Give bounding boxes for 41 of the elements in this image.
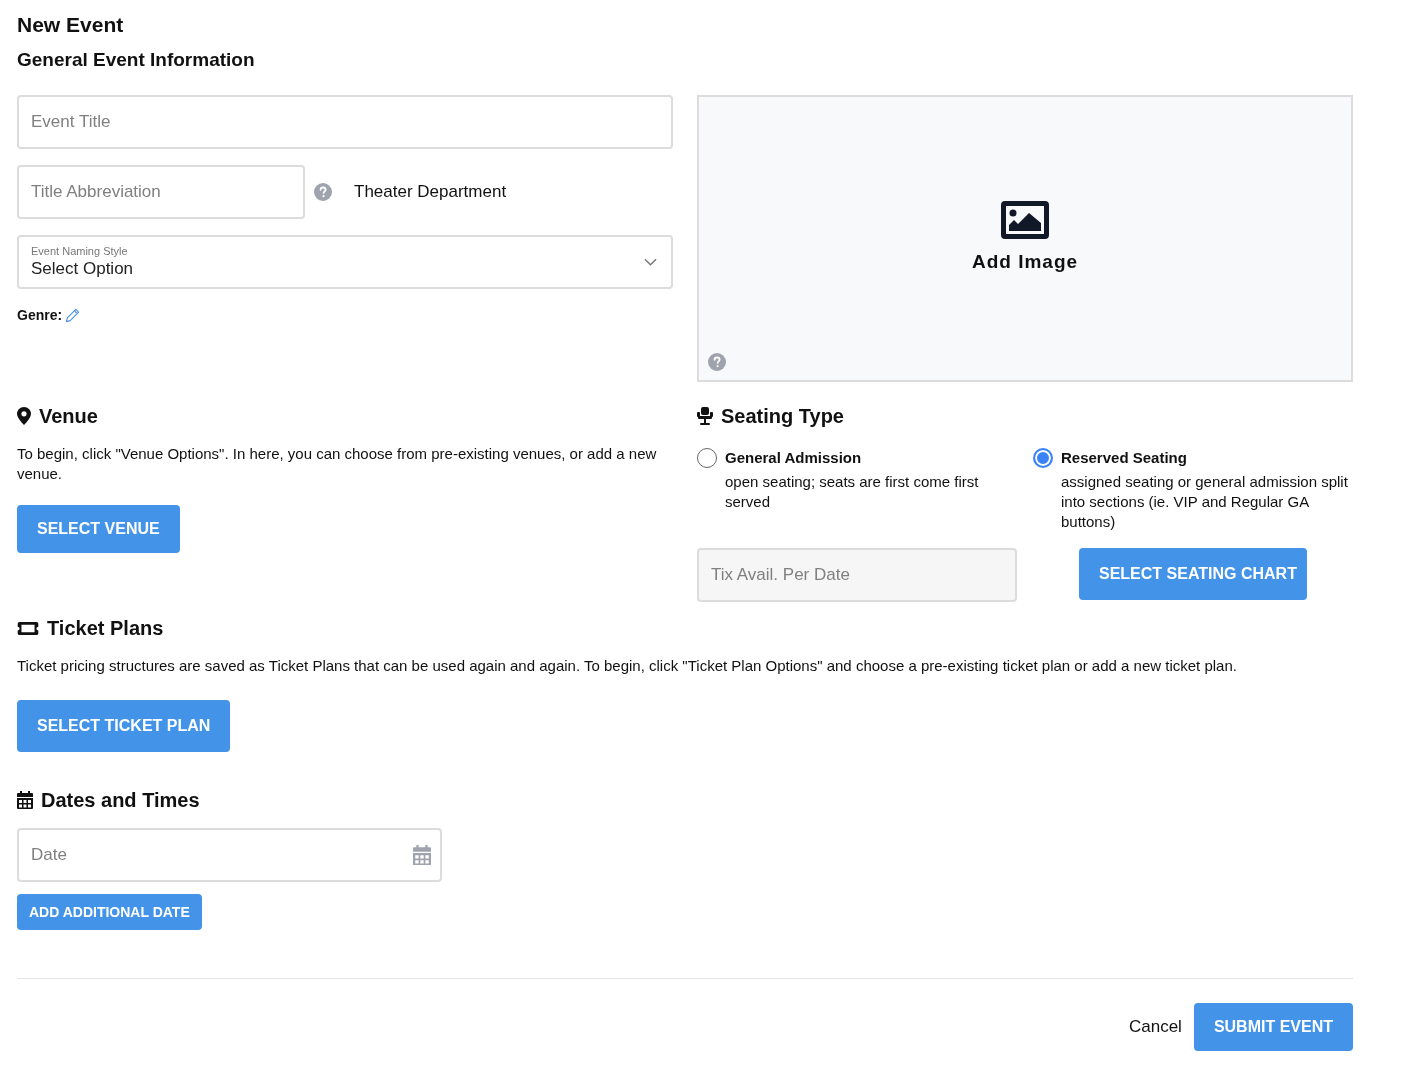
option-label: General Admission [725,448,863,468]
help-icon [708,353,726,371]
select-label: Event Naming Style [31,245,129,257]
help-icon [314,183,332,201]
title-abbreviation-field[interactable]: Title Abbreviation [17,165,305,219]
section-heading: Seating Type [721,404,844,428]
date-field[interactable]: Date [17,828,442,882]
cancel-button[interactable]: Cancel [1128,1017,1182,1037]
department-label: Theater Department [354,182,507,202]
pencil-icon[interactable] [65,307,81,323]
tix-available-field[interactable]: Tix Avail. Per Date [697,548,1017,602]
select-venue-button[interactable]: SELECT VENUE [17,505,180,553]
option-description: open seating; seats are first come first served [725,472,980,512]
select-ticket-plan-button[interactable]: SELECT TICKET PLAN [17,700,231,752]
ticket-icon [17,620,39,636]
radio-button[interactable] [697,448,717,468]
add-image-label: Add Image [971,251,1079,273]
event-title-field[interactable]: Event Title [17,95,673,149]
calendar-icon [413,845,431,866]
chair-icon [697,407,713,425]
submit-event-button[interactable]: SUBMIT EVENT [1193,1003,1353,1051]
chevron-down-icon [644,258,657,266]
section-heading: Venue [39,404,98,428]
image-upload-area[interactable]: Add Image [697,95,1353,382]
venue-instructions: To begin, click "Venue Options". In here, you can choose from pre-existing venues, or add a new venue. [17,444,658,484]
ticket-plans-instructions: Ticket pricing structures are saved as Ticket Plans that can be used again and again. To begin, click "Ticket Plan Options" and choose a pre-existing ticket plan or add a new ticket plan. [17,656,1237,676]
section-heading: Ticket Plans [47,616,164,640]
page-title: New Event [17,12,125,38]
naming-style-select[interactable]: Event Naming Style Select Option [17,235,673,289]
image-icon [1001,201,1049,239]
select-seating-chart-button[interactable]: SELECT SEATING CHART [1079,548,1307,600]
option-label: Reserved Seating [1061,448,1188,468]
select-value: Select Option [31,259,134,279]
section-heading: General Event Information [17,48,256,72]
radio-button[interactable] [1033,448,1053,468]
calendar-icon [17,791,33,809]
genre-label: Genre: [17,307,63,323]
section-heading: Dates and Times [41,788,200,812]
option-description: assigned seating or general admission split into sections (ie. VIP and Regular GA buttons) [1061,472,1349,532]
location-pin-icon [17,407,31,425]
add-date-button[interactable]: ADD ADDITIONAL DATE [17,894,202,930]
